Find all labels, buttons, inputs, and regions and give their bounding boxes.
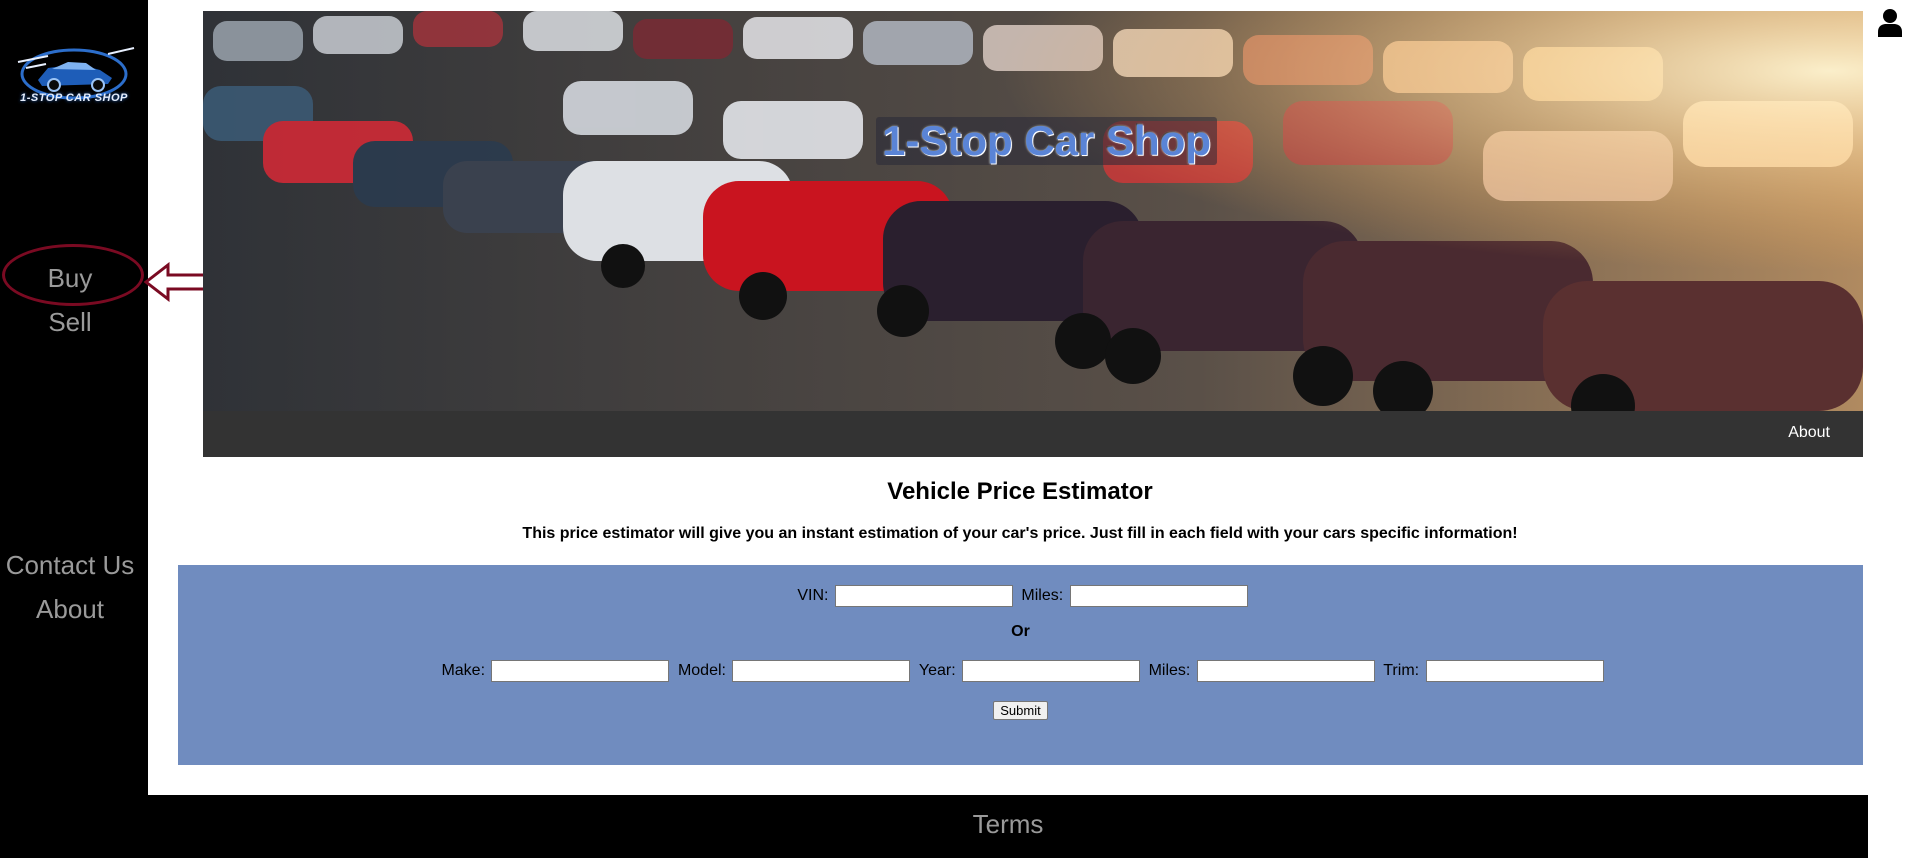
trim-input[interactable] bbox=[1425, 660, 1604, 682]
model-input[interactable] bbox=[732, 660, 911, 682]
details-row: Make: Model: Year: Miles: Trim: bbox=[178, 660, 1863, 682]
annotation-circle bbox=[2, 244, 144, 306]
vin-row: VIN: Miles: bbox=[178, 585, 1863, 607]
sidebar-item-contact-us[interactable]: Contact Us bbox=[0, 550, 140, 581]
page-title: Vehicle Price Estimator bbox=[887, 478, 1153, 505]
car-lot-image bbox=[203, 11, 1863, 411]
miles2-label: Miles: bbox=[1148, 662, 1191, 680]
vin-label: VIN: bbox=[797, 587, 829, 605]
page-subtitle: This price estimator will give you an in… bbox=[522, 525, 1518, 542]
sidebar-item-about[interactable]: About bbox=[0, 594, 140, 625]
vin-miles-input[interactable] bbox=[1069, 585, 1248, 607]
model-label: Model: bbox=[677, 662, 726, 680]
submit-button[interactable]: Submit bbox=[993, 701, 1048, 720]
trim-label: Trim: bbox=[1383, 662, 1420, 680]
sidebar-item-sell[interactable]: Sell bbox=[0, 307, 140, 338]
logo-text: 1-STOP CAR SHOP bbox=[20, 92, 128, 104]
hero-banner: 1-Stop Car Shop bbox=[203, 11, 1863, 411]
or-separator: Or bbox=[1011, 623, 1030, 640]
footer-terms-link[interactable]: Terms bbox=[148, 809, 1868, 840]
make-label: Make: bbox=[441, 662, 486, 680]
miles-input[interactable] bbox=[1196, 660, 1375, 682]
year-label: Year: bbox=[918, 662, 956, 680]
user-icon[interactable] bbox=[1877, 8, 1903, 38]
topbar-about-link[interactable]: About bbox=[1788, 424, 1830, 442]
vin-input[interactable] bbox=[834, 585, 1013, 607]
site-logo[interactable]: 1-STOP CAR SHOP bbox=[8, 42, 140, 122]
top-nav-bar: About bbox=[203, 411, 1863, 457]
footer: Terms bbox=[148, 795, 1868, 858]
make-input[interactable] bbox=[491, 660, 670, 682]
annotation-arrow-icon bbox=[144, 262, 212, 302]
submit-row: Submit bbox=[178, 701, 1863, 720]
sidebar: 1-STOP CAR SHOP Buy Sell Contact Us Abou… bbox=[0, 0, 148, 858]
miles-label: Miles: bbox=[1021, 587, 1064, 605]
banner-title: 1-Stop Car Shop bbox=[876, 117, 1218, 165]
year-input[interactable] bbox=[962, 660, 1141, 682]
estimator-form: VIN: Miles: Or Make: Model: Year: Miles:… bbox=[178, 565, 1863, 765]
